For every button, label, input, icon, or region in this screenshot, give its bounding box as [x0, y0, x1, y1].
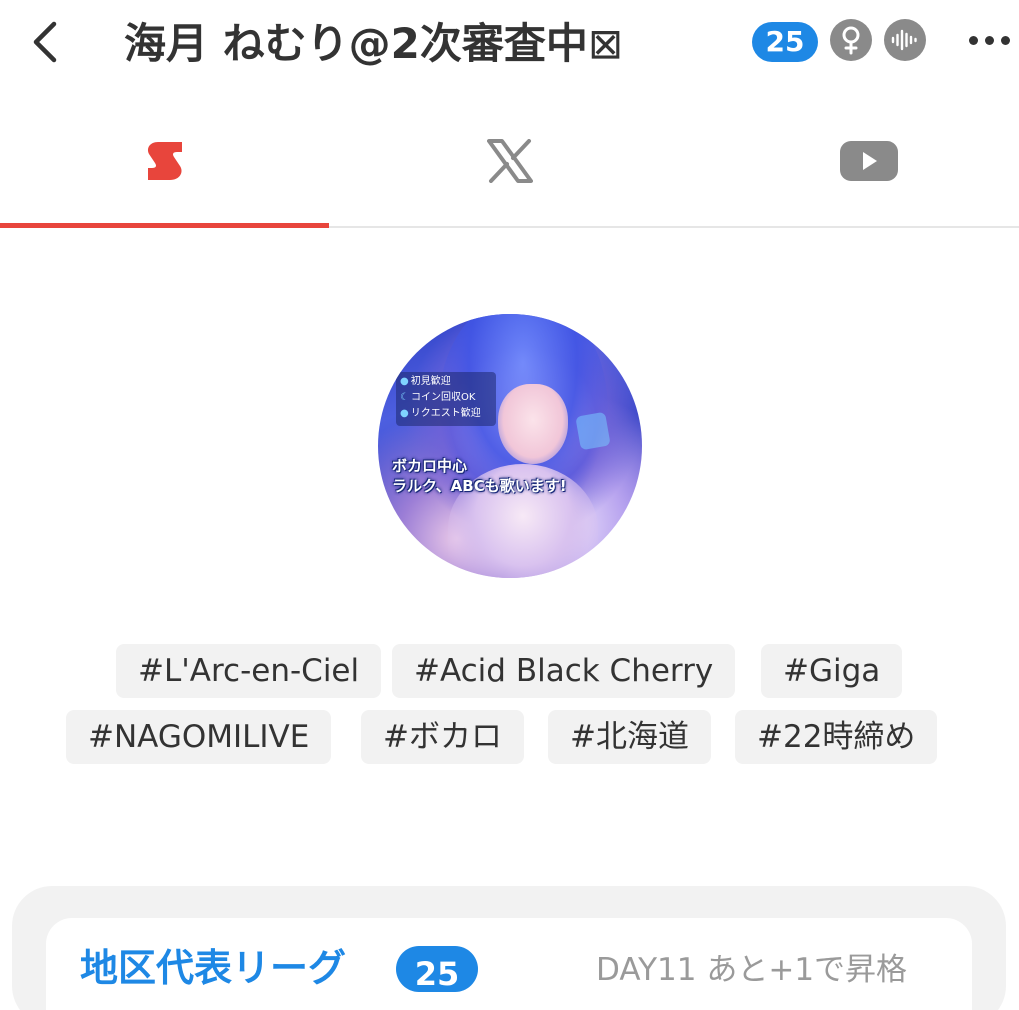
seventeen-live-icon [147, 142, 182, 180]
tab-youtube[interactable] [704, 98, 1019, 224]
chevron-left-icon [33, 21, 57, 63]
tag-chip[interactable]: #NAGOMILIVE [66, 710, 332, 764]
voice-waveform-icon[interactable] [884, 19, 926, 61]
league-title: 地区代表リーグ [80, 946, 347, 990]
tag-chip[interactable]: #ボカロ [361, 710, 524, 764]
social-tabs [0, 98, 1019, 228]
avatar-info-line: ☾ コイン回収OK [400, 392, 476, 403]
page-title: 海月 ねむり@2次審査中⊠ [124, 14, 623, 74]
tag-chip[interactable]: #L'Arc-en-Ciel [116, 644, 382, 698]
avatar-caption: ボカロ中心 ラルク、ABCも歌います! [392, 456, 642, 496]
tag-chip[interactable]: #Acid Black Cherry [392, 644, 736, 698]
profile-page: 海月 ねむり@2次審査中⊠ 25 ● 初見歓迎 ☾ コイン回収OK ● リクエス… [0, 0, 1019, 1010]
x-logo-icon [486, 139, 533, 183]
more-dot [1000, 35, 1010, 45]
more-options-button[interactable] [962, 20, 1016, 60]
more-dot [968, 35, 978, 45]
avatar-info-box: ● 初見歓迎 ☾ コイン回収OK ● リクエスト歓迎 [396, 372, 496, 426]
avatar-face [498, 384, 568, 464]
tab-17live[interactable] [0, 98, 329, 224]
league-level-badge: 25 [396, 946, 478, 992]
avatar-caption-line: ラルク、ABCも歌います! [392, 477, 567, 495]
active-tab-indicator [0, 223, 329, 228]
tag-chip[interactable]: #Giga [761, 644, 903, 698]
back-button[interactable] [22, 18, 70, 66]
avatar-info-line: ● リクエスト歓迎 [400, 408, 481, 419]
tag-chip[interactable]: #22時締め [735, 710, 938, 764]
tag-chip[interactable]: #北海道 [548, 710, 711, 764]
streamer-avatar[interactable]: ● 初見歓迎 ☾ コイン回収OK ● リクエスト歓迎 ボカロ中心 ラルク、ABCも歌い… [378, 314, 642, 578]
more-dot [984, 35, 994, 45]
league-status: DAY11 あと+1で昇格 [596, 952, 908, 988]
title-suffix-glyph: ⊠ [587, 19, 624, 68]
avatar-sticker [575, 411, 611, 451]
avatar-caption-line: ボカロ中心 [392, 457, 468, 475]
avatar-info-line: ● 初見歓迎 [400, 376, 451, 387]
profile-header: 海月 ねむり@2次審査中⊠ 25 [0, 0, 1019, 88]
female-icon [830, 19, 872, 61]
streamer-name: 海月 ねむり@2次審査中 [124, 19, 588, 68]
level-badge: 25 [752, 22, 818, 62]
youtube-icon [839, 141, 898, 181]
tab-x[interactable] [345, 98, 674, 224]
